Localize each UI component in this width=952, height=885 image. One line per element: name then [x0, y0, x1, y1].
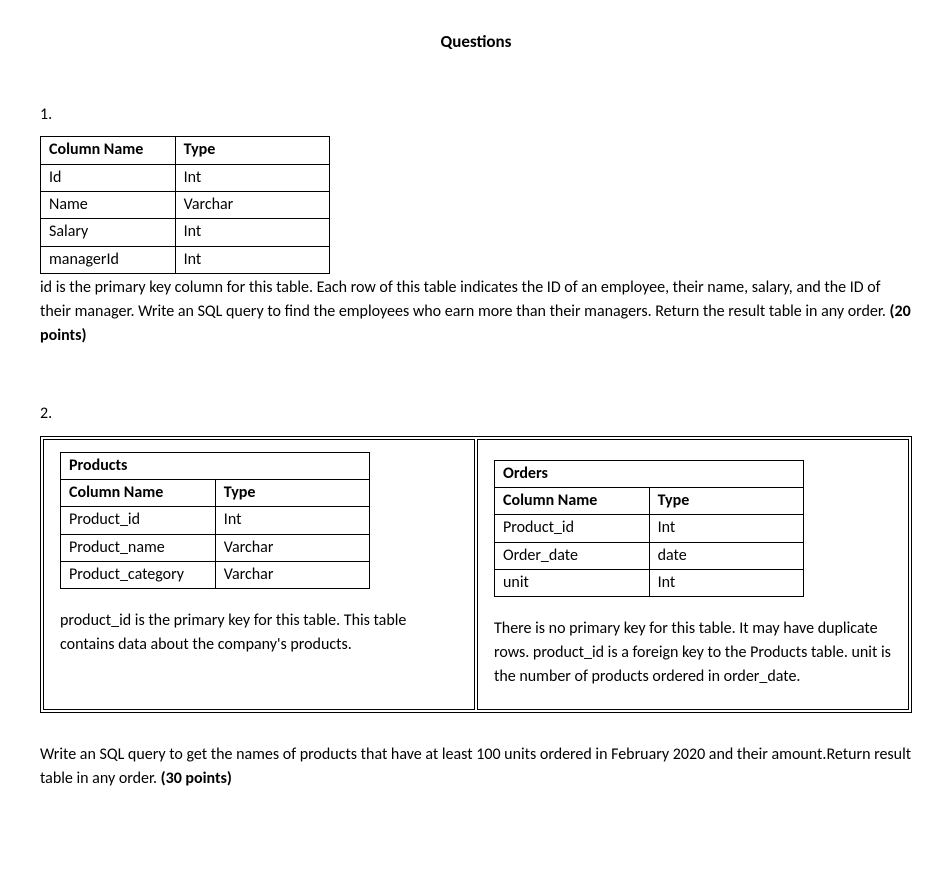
- table-row: Name Varchar: [41, 191, 330, 218]
- table-cell: Id: [41, 164, 176, 191]
- page-title: Questions: [40, 30, 912, 54]
- table-header-cell: Column Name: [495, 487, 650, 514]
- table-row: Id Int: [41, 164, 330, 191]
- q2-orders-cell: Orders Column Name Type Product_id Int O…: [477, 439, 909, 711]
- table-header-cell: Type: [215, 479, 369, 506]
- table-row: Salary Int: [41, 219, 330, 246]
- table-cell: date: [649, 542, 803, 569]
- table-title-row: Orders: [495, 460, 804, 487]
- table-header-cell: Type: [175, 137, 329, 164]
- table-cell: Int: [215, 507, 369, 534]
- table-cell: Product_category: [61, 562, 216, 589]
- table-cell: Name: [41, 191, 176, 218]
- orders-schema-table: Orders Column Name Type Product_id Int O…: [494, 460, 804, 598]
- table-title-row: Products: [61, 452, 370, 479]
- table-cell: Int: [649, 515, 803, 542]
- table-cell: Product_name: [61, 534, 216, 561]
- table-cell: Int: [175, 219, 329, 246]
- table-cell: Varchar: [175, 191, 329, 218]
- table-row: unit Int: [495, 570, 804, 597]
- table-cell: Product_id: [61, 507, 216, 534]
- q2-points: (30 points): [161, 769, 232, 788]
- table-cell: Order_date: [495, 542, 650, 569]
- orders-desc: There is no primary key for this table. …: [494, 617, 892, 689]
- table-title-cell: Products: [61, 452, 370, 479]
- table-header-row: Column Name Type: [495, 487, 804, 514]
- table-cell: Salary: [41, 219, 176, 246]
- q1-schema-table: Column Name Type Id Int Name Varchar Sal…: [40, 136, 330, 274]
- q1-description: id is the primary key column for this ta…: [40, 276, 912, 348]
- table-header-cell: Type: [649, 487, 803, 514]
- table-cell: Varchar: [215, 534, 369, 561]
- question-1: 1. Column Name Type Id Int Name Varchar …: [40, 104, 912, 348]
- table-cell: Varchar: [215, 562, 369, 589]
- table-cell: unit: [495, 570, 650, 597]
- table-row: Product_id Int: [61, 507, 370, 534]
- table-row: Product_id Int: [495, 515, 804, 542]
- table-header-cell: Column Name: [41, 137, 176, 164]
- table-cell: managerId: [41, 246, 176, 273]
- question-1-number: 1.: [40, 104, 912, 126]
- table-header-row: Column Name Type: [41, 137, 330, 164]
- q2-description: Write an SQL query to get the names of p…: [40, 743, 912, 791]
- table-header-row: Column Name Type: [61, 479, 370, 506]
- table-cell: Int: [649, 570, 803, 597]
- table-row: managerId Int: [41, 246, 330, 273]
- table-row: Order_date date: [495, 542, 804, 569]
- table-cell: Int: [175, 246, 329, 273]
- table-row: Product_name Varchar: [61, 534, 370, 561]
- products-schema-table: Products Column Name Type Product_id Int…: [60, 452, 370, 590]
- table-header-cell: Column Name: [61, 479, 216, 506]
- q2-products-cell: Products Column Name Type Product_id Int…: [43, 439, 475, 711]
- q2-outer-table: Products Column Name Type Product_id Int…: [40, 436, 912, 714]
- table-cell: Product_id: [495, 515, 650, 542]
- table-row: Product_category Varchar: [61, 562, 370, 589]
- table-cell: Int: [175, 164, 329, 191]
- products-desc: product_id is the primary key for this t…: [60, 609, 458, 657]
- q1-desc-text: id is the primary key column for this ta…: [40, 278, 890, 321]
- table-title-cell: Orders: [495, 460, 804, 487]
- question-2-number: 2.: [40, 403, 912, 425]
